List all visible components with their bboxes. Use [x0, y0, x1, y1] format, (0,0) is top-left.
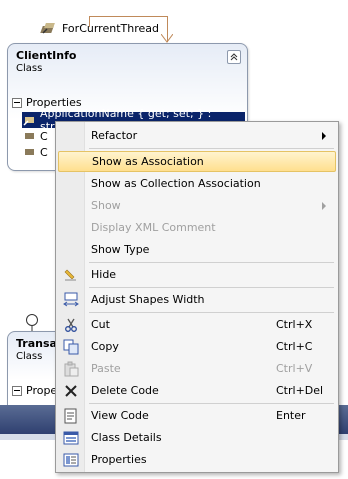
class-title: ClientInfo — [16, 49, 77, 62]
menu-separator — [89, 287, 334, 288]
menu-item-paste[interactable]: Paste Ctrl+V — [58, 358, 336, 379]
submenu-arrow-icon — [322, 131, 326, 140]
collapse-chevron-icon[interactable] — [227, 50, 241, 64]
menu-item-shortcut: Ctrl+X — [276, 318, 313, 331]
submenu-arrow-icon — [322, 201, 326, 210]
properties-icon — [63, 453, 79, 466]
menu-item-shortcut: Ctrl+Del — [276, 384, 324, 397]
menu-item-copy[interactable]: Copy Ctrl+C — [58, 336, 336, 357]
menu-item-shortcut: Enter — [276, 409, 306, 422]
class-stereotype: Class — [16, 351, 43, 362]
property-icon — [25, 149, 34, 155]
menu-item-label: Adjust Shapes Width — [91, 293, 205, 306]
menu-item-label: Paste — [91, 362, 121, 375]
menu-item-delete-code[interactable]: Delete Code Ctrl+Del — [58, 380, 336, 401]
property-icon — [25, 133, 34, 139]
view-code-icon — [64, 408, 77, 423]
menu-item-label: Show as Collection Association — [91, 177, 261, 190]
member-name: C — [40, 145, 48, 159]
menu-separator — [89, 262, 334, 263]
menu-item-label: View Code — [91, 409, 149, 422]
menu-item-show[interactable]: Show — [58, 195, 336, 216]
delete-x-icon — [65, 384, 77, 397]
menu-item-shortcut: Ctrl+V — [276, 362, 313, 375]
class-details-icon — [63, 431, 79, 444]
collapse-toggle-icon[interactable] — [12, 385, 22, 396]
menu-item-label: Hide — [91, 268, 117, 281]
menu-item-view-code[interactable]: View Code Enter — [58, 405, 336, 426]
section-label: Prope — [26, 384, 58, 397]
properties-section-header[interactable]: Prope — [12, 384, 57, 397]
menu-item-show-as-association[interactable]: Show as Association — [58, 151, 336, 172]
paste-icon — [64, 361, 79, 376]
menu-item-shortcut: Ctrl+C — [276, 340, 313, 353]
property-icon — [40, 23, 55, 34]
menu-item-label: Cut — [91, 318, 110, 331]
menu-item-display-xml-comment[interactable]: Display XML Comment — [58, 217, 336, 238]
scissors-icon — [65, 318, 77, 332]
adjust-width-icon — [63, 292, 79, 306]
menu-item-label: Copy — [91, 340, 119, 353]
class-title: Transa — [16, 337, 57, 350]
member-name: C — [40, 129, 48, 143]
menu-separator — [89, 403, 334, 404]
menu-item-label: Properties — [91, 453, 147, 466]
hide-icon — [64, 269, 76, 281]
menu-item-label: Display XML Comment — [91, 221, 216, 234]
menu-separator — [89, 312, 334, 313]
menu-item-label: Class Details — [91, 431, 162, 444]
menu-item-label: Show Type — [91, 243, 150, 256]
menu-item-properties[interactable]: Properties — [58, 449, 336, 470]
menu-item-label: Refactor — [91, 129, 138, 142]
menu-item-hide[interactable]: Hide — [58, 264, 336, 285]
menu-item-adjust-shapes-width[interactable]: Adjust Shapes Width — [58, 289, 336, 310]
menu-item-show-as-collection-association[interactable]: Show as Collection Association — [58, 173, 336, 194]
menu-item-label: Show as Association — [92, 155, 204, 168]
class-stereotype: Class — [16, 63, 43, 74]
collapse-toggle-icon[interactable] — [12, 97, 22, 108]
menu-item-cut[interactable]: Cut Ctrl+X — [58, 314, 336, 335]
menu-item-label: Show — [91, 199, 121, 212]
association-label[interactable]: ForCurrentThread — [40, 19, 159, 37]
association-label-text: ForCurrentThread — [62, 21, 159, 35]
menu-separator — [89, 148, 334, 149]
property-icon — [23, 117, 34, 126]
association-arrow-icon — [161, 34, 173, 43]
menu-item-class-details[interactable]: Class Details — [58, 427, 336, 448]
menu-item-label: Delete Code — [91, 384, 159, 397]
copy-icon — [63, 339, 79, 354]
menu-item-show-type[interactable]: Show Type — [58, 239, 336, 260]
menu-item-refactor[interactable]: Refactor — [58, 125, 336, 146]
association-connector — [89, 16, 167, 17]
context-menu: Refactor Show as Association Show as Col… — [55, 121, 339, 473]
